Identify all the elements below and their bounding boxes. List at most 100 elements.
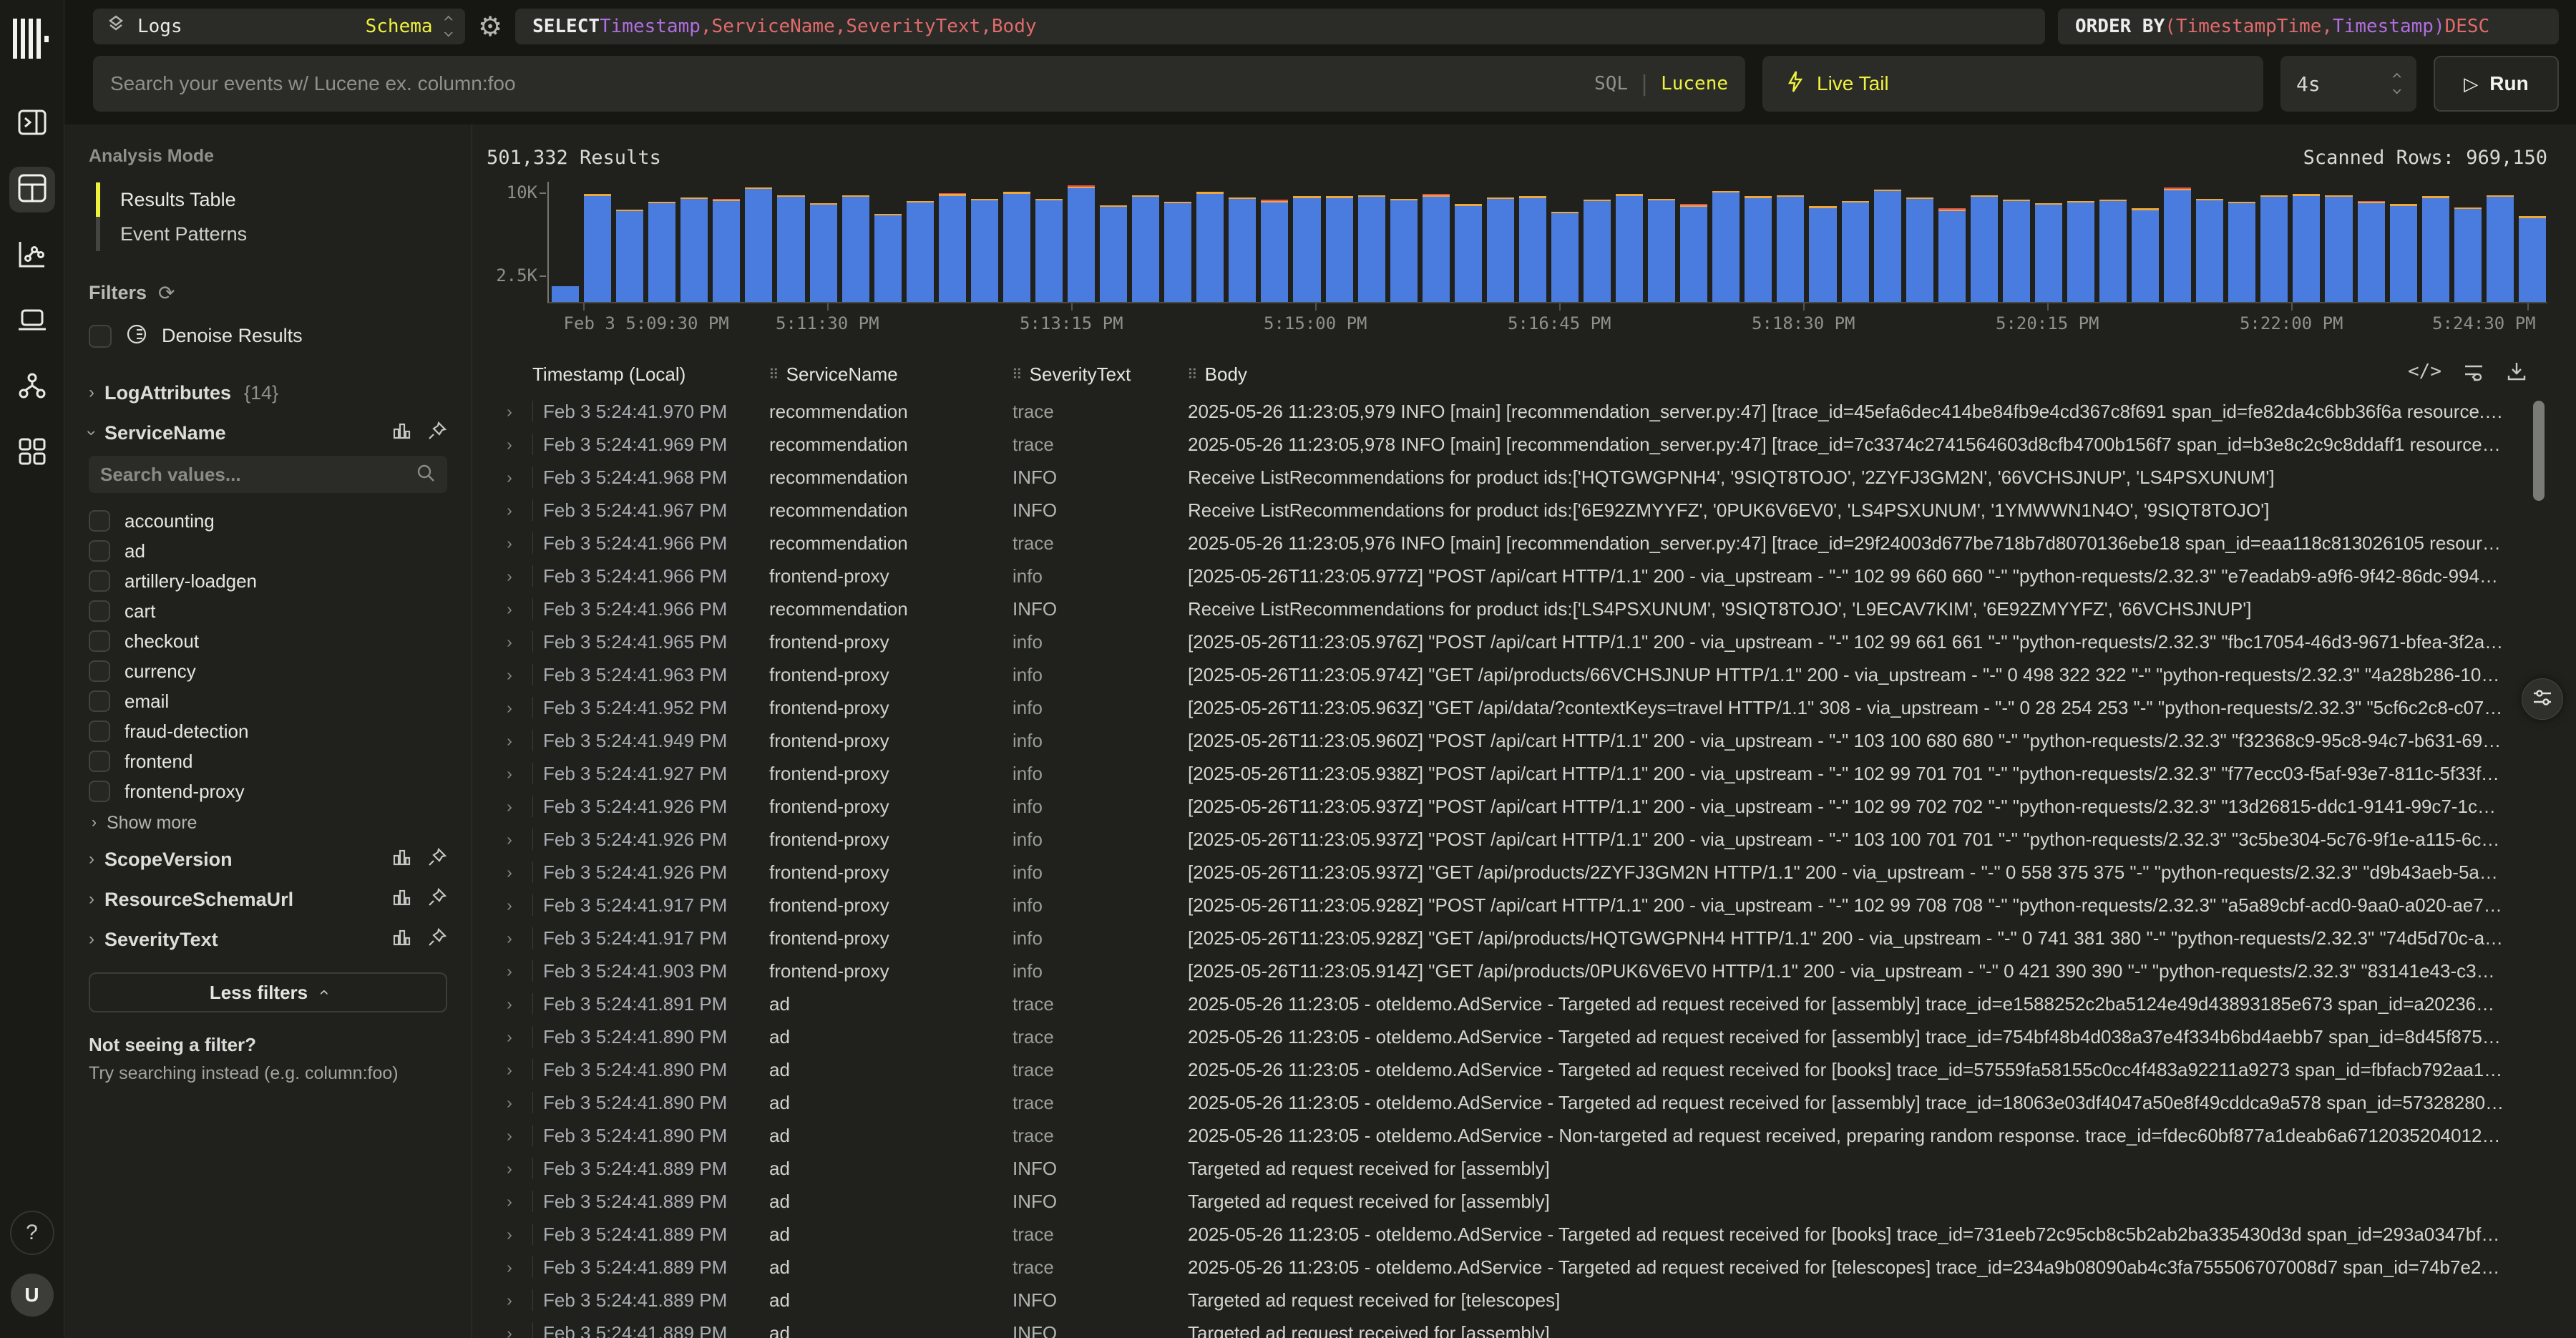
chart-bar[interactable] [1003, 192, 1030, 302]
table-row[interactable]: ›Feb 3 5:24:41.889 PMadINFOTargeted ad r… [487, 1284, 2547, 1317]
table-row[interactable]: ›Feb 3 5:24:41.889 PMadtrace2025-05-26 1… [487, 1218, 2547, 1251]
filter-value-item[interactable]: cart [89, 596, 447, 626]
chart-bar[interactable] [1616, 194, 1643, 302]
table-row[interactable]: ›Feb 3 5:24:41.926 PMfrontend-proxyinfo[… [487, 856, 2547, 889]
sidebar-item-sessions[interactable] [9, 298, 55, 344]
column-header-body[interactable]: ⠿Body [1187, 363, 2547, 386]
filter-group-resourceschemaurl[interactable]: ›ResourceSchemaUrl [89, 879, 447, 919]
chart-bar[interactable] [1906, 197, 1933, 302]
chart-bar[interactable] [874, 214, 902, 302]
filter-value-checkbox[interactable] [89, 660, 110, 682]
chart-bar[interactable] [1358, 195, 1385, 302]
chart-bar[interactable] [1680, 204, 1707, 302]
pin-icon[interactable] [427, 847, 447, 872]
chart-bar[interactable] [1519, 196, 1546, 302]
table-scrollbar[interactable] [2533, 401, 2545, 501]
filter-group-severitytext[interactable]: ›SeverityText [89, 919, 447, 959]
row-expand-button[interactable]: › [487, 1192, 532, 1211]
chart-bar[interactable] [1196, 192, 1224, 302]
interval-select[interactable]: 4s ⌃⌄ [2280, 56, 2416, 112]
table-row[interactable]: ›Feb 3 5:24:41.926 PMfrontend-proxyinfo[… [487, 823, 2547, 856]
table-row[interactable]: ›Feb 3 5:24:41.890 PMadtrace2025-05-26 1… [487, 1053, 2547, 1086]
chart-bar[interactable] [2035, 203, 2062, 302]
row-expand-button[interactable]: › [487, 665, 532, 685]
filter-value-item[interactable]: artillery-loadgen [89, 566, 447, 596]
table-row[interactable]: ›Feb 3 5:24:41.926 PMfrontend-proxyinfo[… [487, 790, 2547, 823]
chart-bar[interactable] [648, 202, 675, 302]
chart-bar[interactable] [810, 203, 837, 302]
live-tail-button[interactable]: Live Tail [1762, 56, 2263, 112]
table-row[interactable]: ›Feb 3 5:24:41.966 PMrecommendationINFOR… [487, 592, 2547, 625]
row-expand-button[interactable]: › [487, 1159, 532, 1178]
row-expand-button[interactable]: › [487, 468, 532, 487]
table-row[interactable]: ›Feb 3 5:24:41.917 PMfrontend-proxyinfo[… [487, 889, 2547, 922]
chart-bar[interactable] [2003, 200, 2030, 302]
gear-icon[interactable]: ⚙ [478, 11, 502, 42]
chart-bar[interactable] [971, 199, 998, 302]
chart-bar[interactable] [2519, 216, 2546, 302]
table-row[interactable]: ›Feb 3 5:24:41.890 PMadtrace2025-05-26 1… [487, 1020, 2547, 1053]
chart-bar[interactable] [1971, 195, 1998, 302]
row-expand-button[interactable]: › [487, 435, 532, 454]
filter-value-checkbox[interactable] [89, 600, 110, 622]
chart-bar[interactable] [2196, 199, 2223, 302]
row-expand-button[interactable]: › [487, 1324, 532, 1338]
code-view-icon[interactable]: </> [2408, 361, 2441, 382]
row-expand-button[interactable]: › [487, 402, 532, 421]
row-expand-button[interactable]: › [487, 1126, 532, 1146]
chart-bar[interactable] [1455, 204, 1482, 302]
sidebar-item-sql-console[interactable] [9, 101, 55, 147]
row-expand-button[interactable]: › [487, 764, 532, 783]
chart-bar[interactable] [2358, 201, 2385, 302]
row-expand-button[interactable]: › [487, 501, 532, 520]
chart-bar[interactable] [1938, 208, 1966, 302]
chart-bar[interactable] [1035, 199, 1063, 302]
chart-bar[interactable] [1132, 195, 1159, 302]
less-filters-button[interactable]: Less filters › [89, 972, 447, 1012]
chart-bar[interactable] [1068, 185, 1095, 302]
filter-group-logattributes[interactable]: › LogAttributes {14} [89, 373, 447, 413]
filter-value-checkbox[interactable] [89, 721, 110, 742]
chart-bar[interactable] [1390, 199, 1418, 302]
row-expand-button[interactable]: › [487, 534, 532, 553]
denoise-checkbox[interactable] [89, 325, 112, 348]
chart-bar[interactable] [616, 210, 643, 302]
table-row[interactable]: ›Feb 3 5:24:41.966 PMrecommendationtrace… [487, 527, 2547, 560]
table-row[interactable]: ›Feb 3 5:24:41.965 PMfrontend-proxyinfo[… [487, 625, 2547, 658]
row-expand-button[interactable]: › [487, 797, 532, 816]
chart-bar[interactable] [2132, 208, 2159, 302]
chart-bar[interactable] [2390, 204, 2417, 302]
filter-value-item[interactable]: currency [89, 656, 447, 686]
filter-group-scopeversion[interactable]: ›ScopeVersion [89, 839, 447, 879]
filter-value-item[interactable]: ad [89, 536, 447, 566]
row-expand-button[interactable]: › [487, 863, 532, 882]
chart-bar[interactable] [1487, 197, 1514, 302]
table-row[interactable]: ›Feb 3 5:24:41.890 PMadtrace2025-05-26 1… [487, 1119, 2547, 1152]
show-more-button[interactable]: › Show more [92, 806, 447, 839]
histogram-chart[interactable]: 10K2.5K [487, 182, 2547, 303]
sidebar-item-dashboards[interactable] [9, 430, 55, 476]
filter-value-search-input[interactable] [100, 464, 416, 486]
filter-value-item[interactable]: accounting [89, 506, 447, 536]
row-expand-button[interactable]: › [487, 1291, 532, 1310]
filter-value-checkbox[interactable] [89, 540, 110, 562]
chart-bar[interactable] [2293, 194, 2320, 302]
floating-filter-button[interactable] [2522, 678, 2563, 720]
table-row[interactable]: ›Feb 3 5:24:41.927 PMfrontend-proxyinfo[… [487, 757, 2547, 790]
wrap-lines-icon[interactable] [2463, 361, 2484, 382]
table-row[interactable]: ›Feb 3 5:24:41.917 PMfrontend-proxyinfo[… [487, 922, 2547, 954]
table-row[interactable]: ›Feb 3 5:24:41.889 PMadtrace2025-05-26 1… [487, 1251, 2547, 1284]
clickhouse-logo-icon[interactable] [13, 19, 52, 62]
chart-bar[interactable] [2260, 195, 2288, 302]
row-expand-button[interactable]: › [487, 830, 532, 849]
refresh-icon[interactable]: ⟳ [158, 281, 175, 305]
row-expand-button[interactable]: › [487, 1258, 532, 1277]
table-row[interactable]: ›Feb 3 5:24:41.967 PMrecommendationINFOR… [487, 494, 2547, 527]
chart-bar[interactable] [1423, 194, 1450, 302]
chart-bar[interactable] [2099, 200, 2127, 302]
denoise-toggle[interactable]: Denoise Results [89, 323, 447, 348]
table-row[interactable]: ›Feb 3 5:24:41.903 PMfrontend-proxyinfo[… [487, 954, 2547, 987]
drag-handle-icon[interactable]: ⠿ [1012, 366, 1021, 384]
chart-bar[interactable] [2067, 201, 2094, 302]
chart-bar[interactable] [907, 201, 934, 302]
